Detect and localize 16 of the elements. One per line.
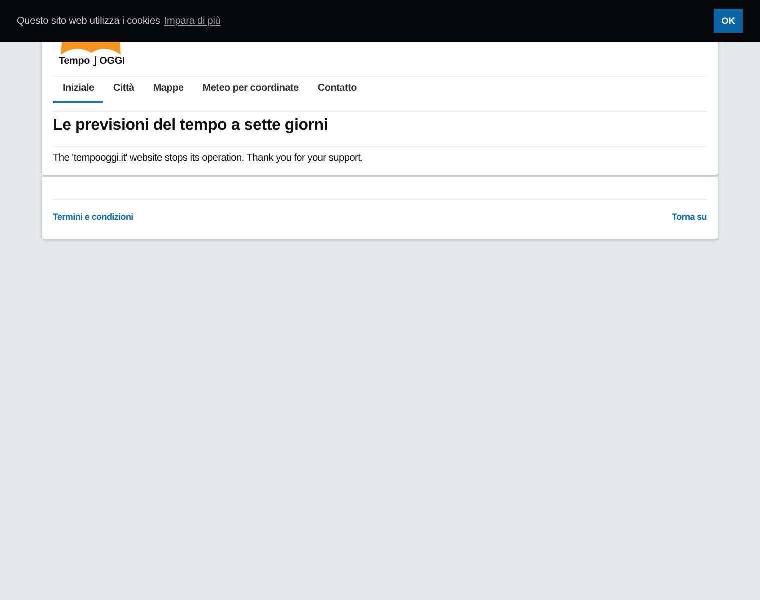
ok-button[interactable]: OK	[714, 9, 743, 33]
umbrella-handle-icon	[93, 55, 98, 68]
logo-text: Tempo	[59, 56, 90, 68]
nav-tab[interactable]: Contatto	[308, 77, 366, 103]
footer-link[interactable]: Termini e condizioni	[53, 211, 134, 223]
notice-text: The 'tempooggi.it' website stops its operation. Thank you for your support.	[53, 152, 364, 166]
page-heading: Le previsioni del tempo a sette giorni	[53, 116, 330, 136]
nav-tab[interactable]: Città	[103, 77, 144, 103]
footer-link[interactable]: Torna su	[672, 211, 707, 223]
logo-text: OGGI	[100, 56, 125, 68]
cookie-message: Questo sito web utilizza i cookies	[17, 14, 160, 28]
learn-more-link[interactable]: Impara di più	[164, 14, 221, 28]
nav-tab[interactable]: Iniziale	[53, 77, 104, 103]
nav-tab[interactable]: Meteo per coordinate	[192, 77, 308, 103]
umbrella-logo-icon	[61, 42, 121, 55]
nav-tab[interactable]: Mappe	[143, 77, 193, 103]
